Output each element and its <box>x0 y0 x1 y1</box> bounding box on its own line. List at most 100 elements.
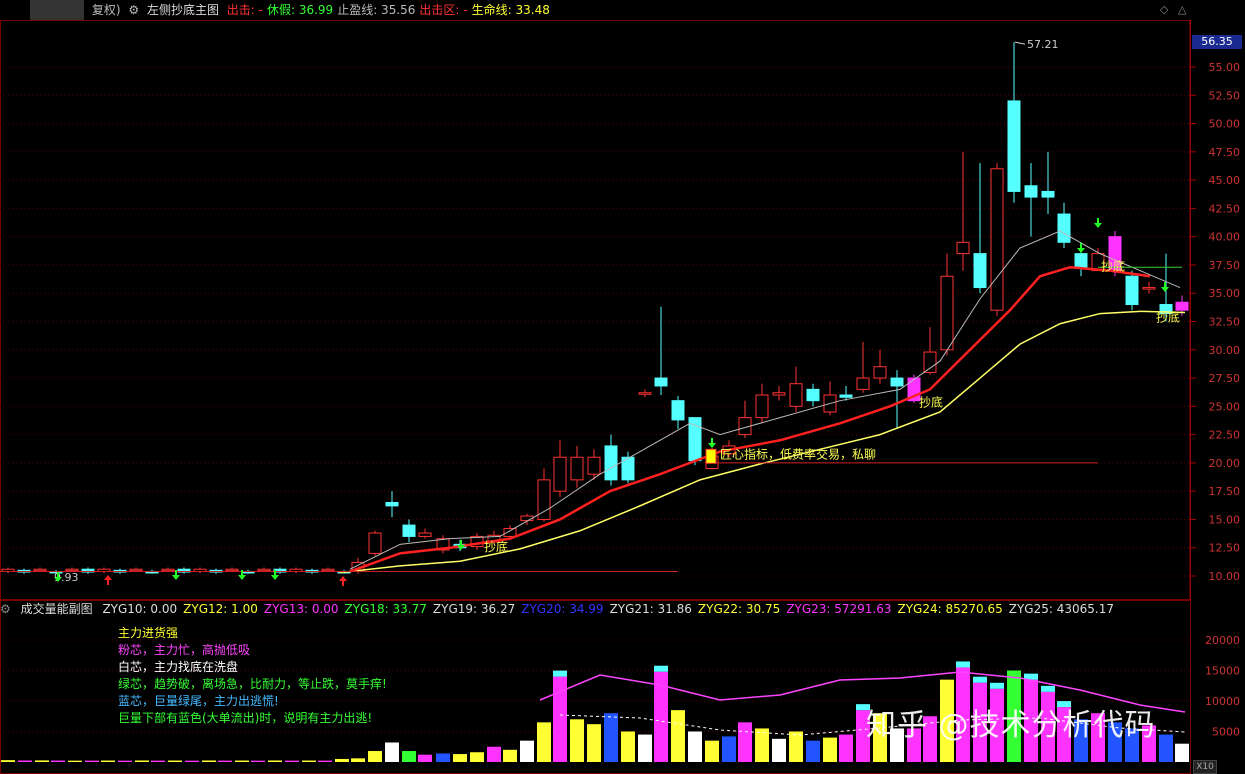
candle-body <box>956 241 970 255</box>
sell-arrow-icon <box>708 438 716 448</box>
volume-tick-label: 20000 <box>1205 634 1240 647</box>
volume-bar <box>318 760 332 762</box>
volume-bar <box>285 760 299 762</box>
volume-bar <box>1159 734 1173 762</box>
sub-value-3: ZYG18: 33.77 <box>344 602 427 616</box>
candle-body <box>604 445 618 481</box>
candle-body <box>1007 100 1021 192</box>
sub-value-7: ZYG22: 30.75 <box>697 602 781 616</box>
up-arrow-icon[interactable]: △ <box>1178 3 1186 16</box>
legend-text-block: 主力进货强 粉芯，主力忙，高抛低吸 白芯，主力找底在洗盘 绿芯，趋势破，离场急，比耐力… <box>118 625 387 727</box>
volume-bar <box>470 752 484 762</box>
sub-indicator-values: ZYG10: 0.00 ZYG12: 1.00 ZYG13: 0.00 ZYG18: … <box>102 602 1120 616</box>
volume-bar <box>570 719 584 762</box>
price-tick-label: 12.50 <box>1209 542 1241 555</box>
sub-value-8: ZYG23: 57291.63 <box>786 602 892 616</box>
price-tick-label: 27.50 <box>1209 372 1241 385</box>
candle-body <box>402 524 416 537</box>
life-line <box>339 310 1186 574</box>
candle-body <box>806 388 820 402</box>
price-tick-label: 55.00 <box>1209 61 1241 74</box>
candle-body <box>385 501 399 507</box>
candle-body <box>839 394 853 398</box>
volume-tick-label: 10000 <box>1205 695 1240 708</box>
price-tick-label: 22.50 <box>1209 429 1241 442</box>
main-indicator-name[interactable]: 左侧抄底主图 <box>147 3 219 17</box>
chat-note-label: 匠心指标，低费率交易，私聊 <box>720 446 876 461</box>
main-title-bar: 复权) ⚙ 左侧抄底主图 出击: - 休假: 36.99 止盈线: 35.56 出击区… <box>0 0 1190 20</box>
dip-buy-label: 抄底 <box>1101 259 1125 274</box>
main-value-4: 生命线: 33.48 <box>471 3 550 17</box>
main-value-0: 出击: - <box>226 3 263 17</box>
volume-bar <box>35 760 49 762</box>
buy-arrow-icon <box>339 576 347 586</box>
marker-box <box>705 448 717 464</box>
candle-body <box>321 568 335 572</box>
volume-bar <box>118 760 132 762</box>
volume-bar <box>51 760 65 762</box>
legend-line-1: 粉芯，主力忙，高抛低吸 <box>118 643 251 657</box>
volume-tick-label: 15000 <box>1205 665 1240 678</box>
buy-arrow-icon <box>104 575 112 585</box>
sub-indicator-name[interactable]: 成交量能副图 <box>21 602 93 616</box>
volume-bar <box>251 760 265 762</box>
sub-value-10: ZYG25: 43065.17 <box>1008 602 1114 616</box>
sub-value-1: ZYG12: 1.00 <box>183 602 258 616</box>
volume-bar <box>453 754 467 762</box>
volume-bar <box>671 710 685 762</box>
legend-line-3: 绿芯，趋势破，离场急，比耐力，等止跌，莫手痒! <box>118 677 387 691</box>
volume-bar <box>604 713 618 762</box>
candle-body <box>973 253 987 289</box>
settings-gear-icon[interactable]: ⚙ <box>0 602 11 616</box>
main-indicator-values: 出击: - 休假: 36.99 止盈线: 35.56 出击区: - 生命线: 33.48 <box>227 3 554 17</box>
volume-bar <box>823 737 837 762</box>
candle-body <box>1057 213 1071 243</box>
candle-body <box>161 568 175 572</box>
price-tick-label: 52.50 <box>1209 89 1241 102</box>
volume-multiplier[interactable]: X10 <box>1193 760 1217 774</box>
volume-bar <box>722 736 736 762</box>
volume-tick-label: 5000 <box>1212 726 1240 739</box>
candle-body <box>654 377 668 387</box>
volume-bar <box>705 740 719 762</box>
volume-bar <box>621 731 635 762</box>
volume-bar-cap <box>553 670 567 677</box>
volume-bar <box>487 746 501 762</box>
volume-bar <box>168 760 182 762</box>
candle-body <box>503 527 517 537</box>
sub-value-5: ZYG20: 34.99 <box>521 602 604 616</box>
sub-value-0: ZYG10: 0.00 <box>102 602 178 616</box>
price-tick-label: 45.00 <box>1209 174 1241 187</box>
volume-bar <box>520 740 534 762</box>
candle-body <box>890 377 904 387</box>
candle-body <box>1041 190 1055 198</box>
sub-title-bar: ⚙ 成交量能副图 ZYG10: 0.00 ZYG12: 1.00 ZYG13: 0.… <box>0 600 1190 618</box>
legend-line-0: 主力进货强 <box>118 626 179 640</box>
volume-bar <box>18 760 32 762</box>
sub-value-9: ZYG24: 85270.65 <box>897 602 1003 616</box>
candle-body <box>873 366 887 379</box>
candle-body <box>129 568 143 572</box>
volume-bar <box>351 758 365 762</box>
watermark-text: 知乎 @技术分析代码 <box>866 708 1156 743</box>
diamond-icon[interactable]: ◇ <box>1160 3 1168 16</box>
candle-body <box>570 456 584 481</box>
settings-gear-icon[interactable]: ⚙ <box>128 3 139 17</box>
volume-bar <box>839 734 853 762</box>
volume-bar <box>755 728 769 762</box>
candle-body <box>257 568 271 572</box>
main-chart-panel[interactable]: 55.00 52.50 50.00 47.50 45.00 42.50 40.00 37.50… <box>0 0 1245 600</box>
volume-bar-cap <box>973 676 987 683</box>
sub-value-2: ZYG13: 0.00 <box>263 602 339 616</box>
candle-body <box>755 394 769 419</box>
candle-body <box>1142 287 1156 290</box>
candle-body <box>1125 275 1139 306</box>
volume-bar-cap <box>1041 685 1055 692</box>
price-tick-label: 37.50 <box>1209 259 1241 272</box>
volume-bar-cap <box>654 665 668 672</box>
price-tick-label: 17.50 <box>1209 485 1241 498</box>
volume-bar-cap <box>956 661 970 668</box>
price-tick-label: 32.50 <box>1209 316 1241 329</box>
candle-body <box>856 377 870 390</box>
candlestick-chart[interactable]: 55.00 52.50 50.00 47.50 45.00 42.50 40.00 37.50… <box>0 0 1245 600</box>
